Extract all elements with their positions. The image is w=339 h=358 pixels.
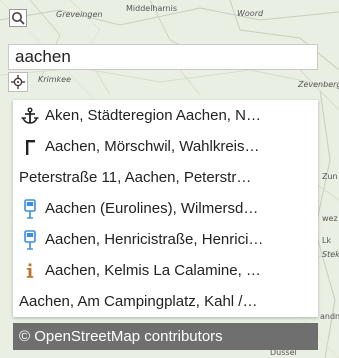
search-box[interactable]	[8, 44, 318, 70]
attribution-text[interactable]: © OpenStreetMap contributors	[19, 328, 223, 345]
search-result-label: Aachen (Eurolines), Wilmersd…	[45, 200, 259, 217]
map-label: Middelharnis	[126, 4, 178, 13]
search-result-label: Aachen, Kelmis La Calamine, …	[45, 262, 261, 279]
map-label: Stek	[322, 250, 339, 259]
flag-icon	[19, 138, 41, 156]
map-label: Zevenberge	[298, 80, 339, 89]
search-result-item[interactable]: Aachen, Kelmis La Calamine, …	[13, 255, 318, 286]
search-icon	[9, 9, 27, 27]
bus-stop-icon	[19, 229, 41, 250]
search-result-label: Peterstraße 11, Aachen, Peterstr…	[19, 169, 252, 186]
search-result-item[interactable]: Aachen, Henricistraße, Henrici…	[13, 224, 318, 255]
map-label: wez	[322, 214, 338, 223]
search-result-item[interactable]: Aachen, Am Campingplatz, Kahl /…	[13, 286, 318, 317]
map-label: Krimkee	[38, 75, 72, 84]
bus-stop-icon	[19, 198, 41, 219]
search-result-item[interactable]: Peterstraße 11, Aachen, Peterstr…	[13, 162, 318, 193]
map-label: Woord	[237, 9, 264, 18]
search-result-item[interactable]: Aken, Städteregion Aachen, N…	[13, 100, 318, 131]
info-icon	[19, 262, 41, 280]
search-results-list: Aken, Städteregion Aachen, N… Aachen, Mö…	[13, 100, 318, 317]
anchor-icon	[19, 107, 41, 125]
locate-button[interactable]	[8, 72, 28, 92]
search-result-label: Aachen, Am Campingplatz, Kahl /…	[19, 293, 258, 310]
search-result-item[interactable]: Aachen (Eurolines), Wilmersd…	[13, 193, 318, 224]
map-label: Greveingen	[56, 10, 103, 19]
map-label: andn	[320, 312, 339, 321]
search-result-item[interactable]: Aachen, Mörschwil, Wahlkreis…	[13, 131, 318, 162]
map-label: Lk	[322, 236, 332, 245]
crosshair-icon	[11, 75, 25, 89]
search-result-label: Aachen, Mörschwil, Wahlkreis…	[45, 138, 260, 155]
search-result-label: Aachen, Henricistraße, Henrici…	[45, 231, 264, 248]
map-label: Zun	[322, 172, 338, 181]
attribution-bar: © OpenStreetMap contributors	[13, 323, 318, 350]
search-button[interactable]	[3, 7, 33, 29]
search-result-label: Aken, Städteregion Aachen, N…	[45, 107, 261, 124]
search-input[interactable]	[9, 45, 317, 69]
